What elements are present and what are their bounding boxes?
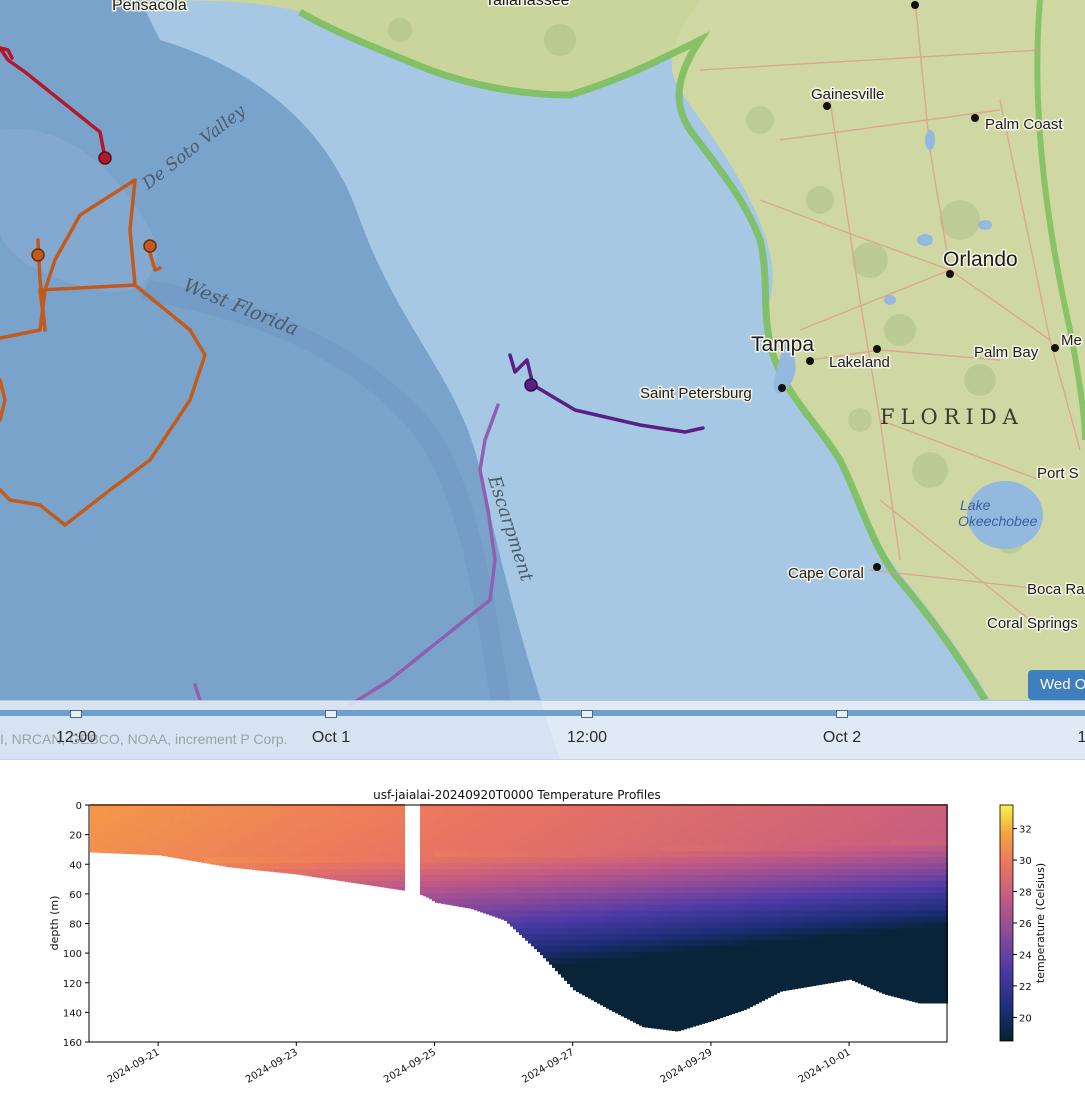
timeline-tick-4[interactable] <box>836 710 848 718</box>
city-me[interactable]: Me <box>1061 332 1082 349</box>
city-tampa[interactable]: Tampa <box>751 333 814 356</box>
glider-marker-orange-1[interactable] <box>32 249 44 261</box>
colorbar-tick-label: 28 <box>1019 888 1032 899</box>
y-tick-label: 80 <box>69 920 82 931</box>
city-cape-coral[interactable]: Cape Coral <box>788 565 864 582</box>
city-orlando[interactable]: Orlando <box>943 248 1018 271</box>
x-axis: 2024-09-21 2024-09-23 2024-09-25 2024-09-27… <box>106 1042 853 1086</box>
map-attribution: I, NRCAN, GEBCO, NOAA, increment P Corp. <box>0 731 288 747</box>
y-tick-label: 120 <box>63 979 82 990</box>
timeline-label-5: 1 <box>1078 729 1085 747</box>
y-tick-label: 20 <box>69 831 82 842</box>
timeline-label-2: Oct 1 <box>312 729 350 747</box>
colorbar-label: temperature (Celsius) <box>1034 863 1047 983</box>
map-view[interactable]: De Soto Valley West Florida Escarpment F… <box>0 0 1085 760</box>
city-pensacola[interactable]: Pensacola <box>112 0 187 14</box>
y-tick-label: 160 <box>63 1038 82 1049</box>
timeline-label-1: 12:00 <box>56 729 96 747</box>
y-axis-label: depth (m) <box>48 896 61 951</box>
x-tick-label: 2024-09-23 <box>244 1047 300 1086</box>
colorbar-tick-label: 22 <box>1019 982 1032 993</box>
x-tick-label: 2024-09-29 <box>659 1047 715 1086</box>
city-port-s[interactable]: Port S <box>1037 465 1079 482</box>
city-coral-springs[interactable]: Coral Springs <box>987 615 1078 632</box>
timeline-tick-3[interactable] <box>581 710 593 718</box>
plot-canvas: usf-jaialai-20240920T0000 Temperature Pr… <box>0 770 1085 1100</box>
x-tick-label: 2024-10-01 <box>797 1047 853 1086</box>
colorbar-tick-label: 20 <box>1019 1013 1032 1024</box>
label-lake-line1: Lake <box>960 497 991 513</box>
time-slider[interactable]: I, NRCAN, GEBCO, NOAA, increment P Corp.… <box>0 700 1085 758</box>
colorbar <box>1000 805 1013 1041</box>
time-slider-background <box>0 700 1085 760</box>
city-saint-petersburg[interactable]: Saint Petersburg <box>640 385 752 402</box>
y-axis: 0 20 40 60 80 100 120 140 160 <box>63 801 89 1049</box>
y-tick-label: 0 <box>76 801 82 812</box>
y-tick-label: 140 <box>63 1008 82 1019</box>
city-lakeland[interactable]: Lakeland <box>829 354 890 371</box>
chart-plot-area <box>90 804 948 1031</box>
city-tallahassee[interactable]: Tallahassee <box>485 0 570 9</box>
colorbar-tick-label: 32 <box>1019 825 1032 836</box>
y-tick-label: 60 <box>69 890 82 901</box>
temperature-profile-plot: usf-jaialai-20240920T0000 Temperature Pr… <box>0 770 1085 1100</box>
glider-marker-purple[interactable] <box>525 379 537 391</box>
glider-marker-orange-2[interactable] <box>144 240 156 252</box>
glider-marker-red[interactable] <box>99 152 111 164</box>
time-slider-track[interactable] <box>0 710 1085 716</box>
colorbar-tick-label: 26 <box>1019 919 1032 930</box>
label-lake-line2: Okeechobee <box>958 513 1038 529</box>
city-boca-ra[interactable]: Boca Ra <box>1027 581 1085 598</box>
timeline-label-3: 12:00 <box>567 729 607 747</box>
label-florida: FLORIDA <box>880 405 1024 429</box>
y-tick-label: 100 <box>63 949 82 960</box>
timeline-label-4: Oct 2 <box>823 729 861 747</box>
colorbar-tick-label: 30 <box>1019 856 1032 867</box>
colorbar-axis: 20 22 24 26 28 30 32 <box>1013 825 1032 1025</box>
timeline-tick-1[interactable] <box>70 710 82 718</box>
profile-columns <box>90 804 948 1031</box>
colorbar-tick-label: 24 <box>1019 950 1032 961</box>
x-tick-label: 2024-09-21 <box>106 1047 162 1086</box>
city-palm-coast[interactable]: Palm Coast <box>985 116 1063 133</box>
timeline-tick-2[interactable] <box>325 710 337 718</box>
current-date-badge[interactable]: Wed O <box>1028 670 1085 700</box>
chart-title: usf-jaialai-20240920T0000 Temperature Pr… <box>373 788 661 802</box>
x-tick-label: 2024-09-27 <box>520 1047 576 1086</box>
city-gainesville[interactable]: Gainesville <box>811 86 884 103</box>
city-palm-bay[interactable]: Palm Bay <box>974 344 1039 361</box>
x-tick-label: 2024-09-25 <box>382 1047 438 1086</box>
y-tick-label: 40 <box>69 860 82 871</box>
map-canvas[interactable]: De Soto Valley West Florida Escarpment F… <box>0 0 1085 760</box>
